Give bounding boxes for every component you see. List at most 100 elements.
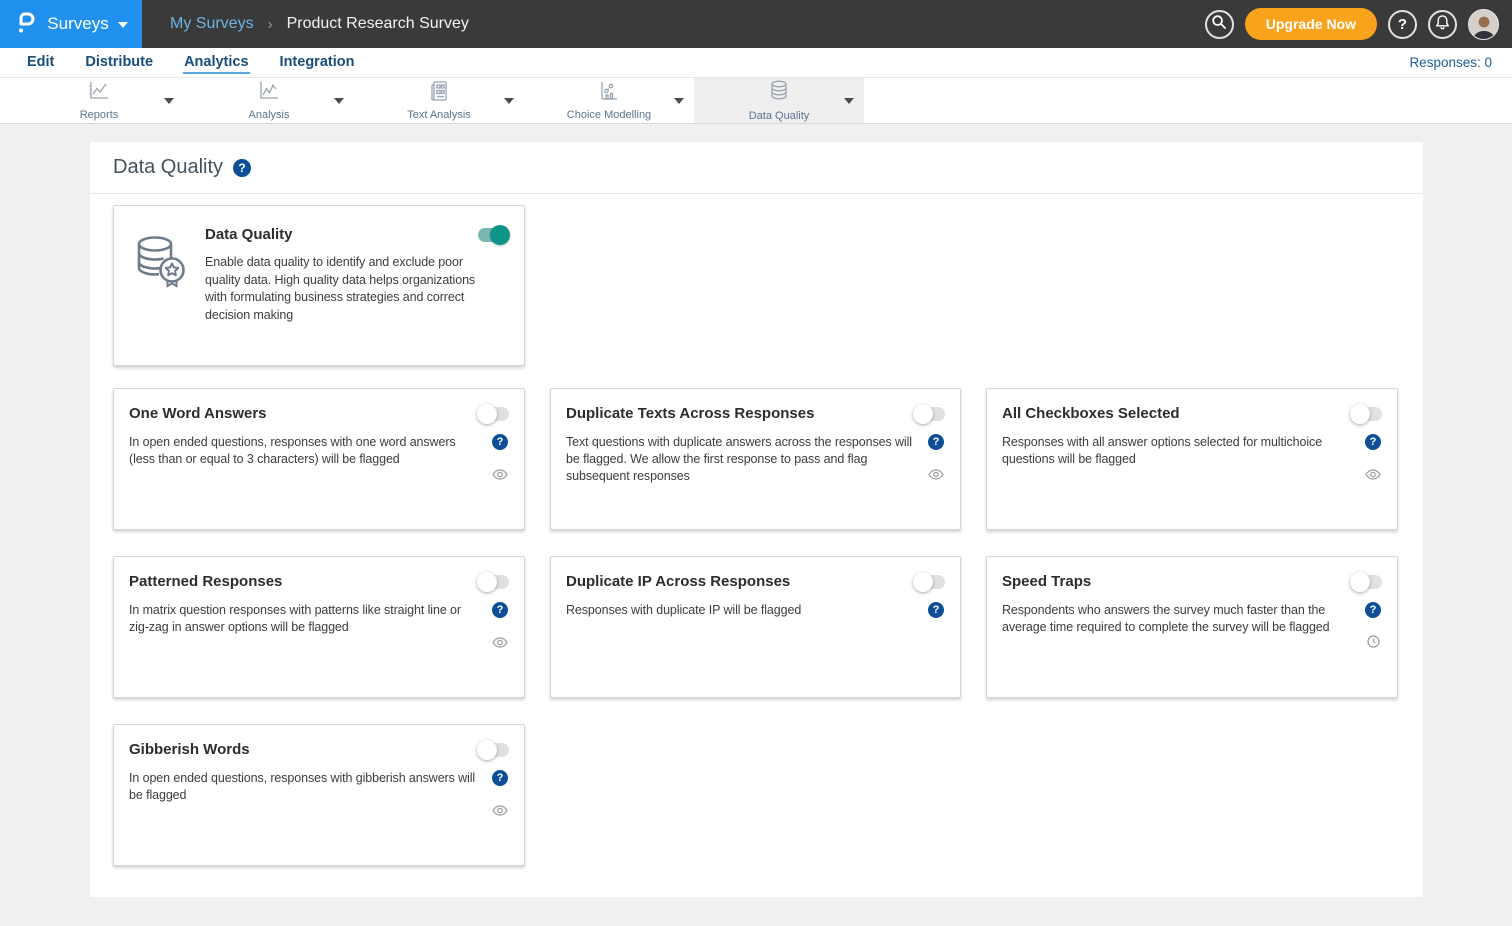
card-all-checkboxes-selected: All Checkboxes Selected Responses with a… <box>986 388 1398 530</box>
help-icon[interactable]: ? <box>1365 434 1381 450</box>
data-quality-dropdown-caret[interactable] <box>844 98 854 104</box>
card-title: All Checkboxes Selected <box>1002 405 1180 422</box>
master-card-title: Data Quality <box>205 226 293 243</box>
help-icon[interactable]: ? <box>928 602 944 618</box>
document-grid-icon <box>427 80 451 107</box>
tab-label: Analysis <box>249 109 290 121</box>
analysis-dropdown-caret[interactable] <box>334 98 344 104</box>
questionpro-logo-icon <box>14 9 38 40</box>
tab-analysis[interactable]: Analysis <box>184 78 354 123</box>
card-description: Responses with all answer options select… <box>1002 434 1364 485</box>
help-icon: ? <box>1398 16 1407 33</box>
chevron-down-icon <box>118 22 128 28</box>
data-quality-master-card: Data Quality Enable data quality to iden… <box>113 205 525 366</box>
tab-label: Text Analysis <box>407 109 471 121</box>
data-quality-toggle[interactable] <box>478 228 508 242</box>
eye-icon[interactable] <box>492 635 508 653</box>
speed-traps-toggle[interactable] <box>1352 575 1382 589</box>
help-icon[interactable]: ? <box>928 434 944 450</box>
upgrade-now-button[interactable]: Upgrade Now <box>1245 8 1377 40</box>
analytics-toolbar: Reports Analysis Text Analysis Choice Mo… <box>0 78 1512 124</box>
help-icon[interactable]: ? <box>492 434 508 450</box>
master-card-body: Data Quality Enable data quality to iden… <box>205 226 508 365</box>
subnav-item-analytics[interactable]: Analytics <box>183 52 249 74</box>
card-title: Duplicate IP Across Responses <box>566 573 790 590</box>
card-description: In open ended questions, responses with … <box>129 770 491 821</box>
breadcrumb-survey-title: Product Research Survey <box>287 15 469 33</box>
tab-label: Choice Modelling <box>567 109 651 121</box>
clock-icon[interactable] <box>1367 635 1380 653</box>
master-card-description: Enable data quality to identify and excl… <box>205 254 500 324</box>
breadcrumb: My Surveys › Product Research Survey <box>170 15 469 33</box>
tab-reports[interactable]: Reports <box>14 78 184 123</box>
page-title: Data Quality <box>113 156 223 179</box>
main-area: Data Quality ? Data Quality <box>0 142 1512 926</box>
subnav-item-distribute[interactable]: Distribute <box>84 52 154 74</box>
card-description: Text questions with duplicate answers ac… <box>566 434 927 485</box>
gibberish-words-toggle[interactable] <box>479 743 509 757</box>
topbar-actions: Upgrade Now ? <box>1205 8 1512 40</box>
card-one-word-answers: One Word Answers In open ended questions… <box>113 388 525 530</box>
tab-label: Reports <box>80 109 119 121</box>
product-switcher[interactable]: Surveys <box>0 0 142 48</box>
eye-icon[interactable] <box>492 803 508 821</box>
avatar[interactable] <box>1468 9 1499 40</box>
search-button[interactable] <box>1205 10 1234 39</box>
card-speed-traps: Speed Traps Respondents who answers the … <box>986 556 1398 698</box>
help-button[interactable]: ? <box>1388 10 1417 39</box>
feature-cards-grid: One Word Answers In open ended questions… <box>90 366 1423 866</box>
toggle-knob <box>477 740 497 760</box>
eye-icon[interactable] <box>492 467 508 485</box>
dot-chart-icon <box>597 80 621 107</box>
duplicate-ip-toggle[interactable] <box>915 575 945 589</box>
card-gibberish-words: Gibberish Words In open ended questions,… <box>113 724 525 866</box>
patterned-responses-toggle[interactable] <box>479 575 509 589</box>
eye-icon[interactable] <box>1365 467 1381 485</box>
all-checkboxes-toggle[interactable] <box>1352 407 1382 421</box>
subnav-item-integration[interactable]: Integration <box>279 52 356 74</box>
card-duplicate-ip: Duplicate IP Across Responses Responses … <box>550 556 961 698</box>
text-analysis-dropdown-caret[interactable] <box>504 98 514 104</box>
breadcrumb-separator-icon: › <box>268 16 273 33</box>
card-description: In open ended questions, responses with … <box>129 434 491 485</box>
tab-choice-modelling[interactable]: Choice Modelling <box>524 78 694 123</box>
page-header: Data Quality ? <box>90 142 1423 194</box>
toggle-knob <box>490 225 510 245</box>
help-icon[interactable]: ? <box>1365 602 1381 618</box>
card-description: Respondents who answers the survey much … <box>1002 602 1364 653</box>
page-help-icon[interactable]: ? <box>233 159 251 177</box>
breadcrumb-my-surveys[interactable]: My Surveys <box>170 15 254 33</box>
bell-icon <box>1435 14 1450 34</box>
eye-icon[interactable] <box>928 467 944 485</box>
card-description: Responses with duplicate IP will be flag… <box>566 602 927 619</box>
search-icon <box>1211 14 1227 34</box>
toggle-knob <box>477 404 497 424</box>
data-quality-panel: Data Quality ? Data Quality <box>90 142 1423 897</box>
help-icon[interactable]: ? <box>492 770 508 786</box>
help-icon[interactable]: ? <box>492 602 508 618</box>
database-star-icon <box>130 232 188 365</box>
card-title: Patterned Responses <box>129 573 282 590</box>
tab-text-analysis[interactable]: Text Analysis <box>354 78 524 123</box>
card-patterned-responses: Patterned Responses In matrix question r… <box>113 556 525 698</box>
reports-dropdown-caret[interactable] <box>164 98 174 104</box>
card-title: Duplicate Texts Across Responses <box>566 405 814 422</box>
card-title: Gibberish Words <box>129 741 250 758</box>
notifications-button[interactable] <box>1428 10 1457 39</box>
toggle-knob <box>913 404 933 424</box>
survey-subnav: Edit Distribute Analytics Integration Re… <box>0 48 1512 78</box>
card-description: In matrix question responses with patter… <box>129 602 491 653</box>
choice-modelling-dropdown-caret[interactable] <box>674 98 684 104</box>
duplicate-texts-toggle[interactable] <box>915 407 945 421</box>
card-duplicate-texts: Duplicate Texts Across Responses Text qu… <box>550 388 961 530</box>
toggle-knob <box>1350 572 1370 592</box>
toggle-knob <box>477 572 497 592</box>
topbar: Surveys My Surveys › Product Research Su… <box>0 0 1512 48</box>
tab-data-quality[interactable]: Data Quality <box>694 78 864 123</box>
subnav-item-edit[interactable]: Edit <box>26 52 55 74</box>
tab-label: Data Quality <box>749 110 810 122</box>
card-title: Speed Traps <box>1002 573 1091 590</box>
toggle-knob <box>1350 404 1370 424</box>
database-icon <box>767 79 791 108</box>
one-word-answers-toggle[interactable] <box>479 407 509 421</box>
